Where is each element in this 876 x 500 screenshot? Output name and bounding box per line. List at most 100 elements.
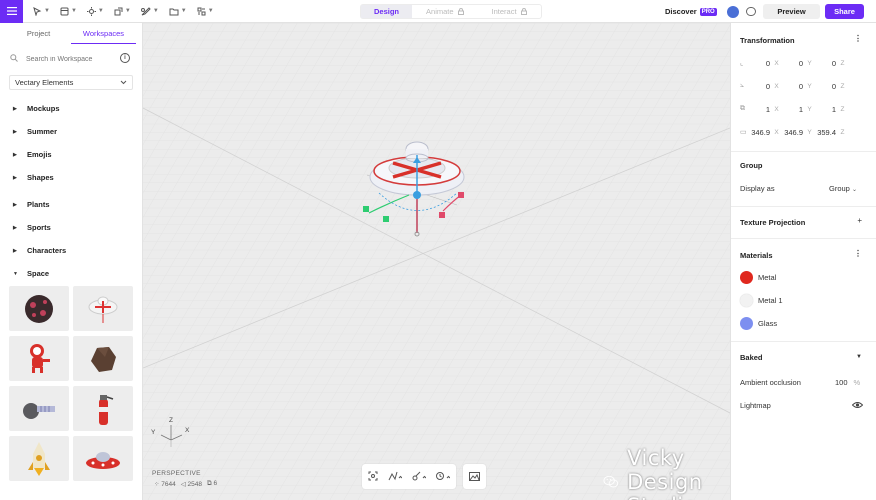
search-icon: [10, 54, 22, 64]
asset-rocket-thumbnail[interactable]: [9, 436, 69, 481]
divider: [731, 151, 876, 152]
snap-icon[interactable]: [388, 471, 403, 483]
rotation-y-field[interactable]: 0Y: [783, 80, 816, 92]
material-item[interactable]: Metal 1: [740, 294, 783, 307]
material-item[interactable]: Glass: [740, 317, 777, 330]
rotation-x-field[interactable]: 0X: [750, 80, 783, 92]
scale-z-field[interactable]: 1Z: [816, 103, 849, 115]
mode-switcher: Design Animate Interact: [360, 4, 542, 19]
scale-x-field[interactable]: 1X: [750, 103, 783, 115]
tab-design[interactable]: Design: [361, 5, 413, 18]
scale-y-field[interactable]: 1Y: [783, 103, 816, 115]
section-title-transformation: Transformation: [740, 36, 795, 45]
eye-icon[interactable]: [851, 401, 864, 411]
more-options-icon[interactable]: ⋮: [854, 34, 862, 43]
preview-button[interactable]: Preview: [763, 4, 820, 19]
object-count: ⧉ 6: [207, 480, 218, 487]
lock-icon: [457, 8, 464, 15]
comments-icon[interactable]: [746, 7, 756, 16]
material-swatch: [740, 271, 753, 284]
select-tool-button[interactable]: ▼: [33, 0, 50, 23]
category-label: Sports: [27, 223, 51, 232]
position-x-field[interactable]: 0X: [750, 57, 783, 69]
measure-icon[interactable]: [412, 471, 427, 483]
space-asset-grid: [9, 286, 133, 481]
caret-down-icon: ▼: [13, 270, 18, 277]
caret-right-icon: ▶: [13, 201, 17, 208]
display-as-select[interactable]: Group ⌄: [829, 184, 857, 193]
tab-design-label: Design: [374, 7, 400, 16]
transform-tool-button[interactable]: ▼: [114, 0, 131, 23]
position-y-field[interactable]: 0Y: [783, 57, 816, 69]
tab-animate[interactable]: Animate: [412, 5, 478, 18]
size-y-field[interactable]: 346.9 Y: [783, 126, 816, 138]
material-item[interactable]: Metal: [740, 271, 776, 284]
size-z-field[interactable]: 359.4 Z: [816, 126, 849, 138]
category-shapes[interactable]: ▶ Shapes: [0, 166, 142, 189]
library-select[interactable]: Vectary Elements: [9, 75, 133, 90]
category-mockups[interactable]: ▶ Mockups: [0, 97, 142, 120]
pen-tool-icon: [140, 6, 151, 15]
tab-interact-label: Interact: [491, 7, 517, 16]
grid-tool-button[interactable]: ▼: [197, 0, 214, 23]
lock-icon: [520, 8, 527, 15]
category-label: Plants: [27, 200, 50, 209]
category-plants[interactable]: ▶ Plants: [0, 193, 142, 216]
asset-spaceship-thumbnail[interactable]: [73, 436, 133, 481]
lightmap-label: Lightmap: [740, 401, 771, 410]
pen-tool-button[interactable]: ▼: [140, 0, 159, 23]
light-tool-icon: [86, 6, 96, 16]
ufo-model[interactable]: [349, 133, 489, 253]
focus-icon[interactable]: [368, 471, 378, 483]
category-space[interactable]: ▼ Space: [0, 262, 142, 285]
category-label: Mockups: [27, 104, 60, 113]
category-characters[interactable]: ▶ Characters: [0, 239, 142, 262]
tab-animate-label: Animate: [426, 7, 454, 16]
position-z-field[interactable]: 0Z: [816, 57, 849, 69]
view-settings-icon[interactable]: [436, 471, 451, 483]
section-title-materials: Materials: [740, 251, 773, 260]
render-button[interactable]: [463, 464, 486, 489]
asset-fire-extinguisher-thumbnail[interactable]: [73, 386, 133, 431]
light-tool-button[interactable]: ▼: [86, 0, 104, 23]
3d-viewport[interactable]: Z X Y PERSPECTIVE ⁘ 7644 ◁ 2548 ⧉ 6 Vick…: [143, 23, 730, 500]
ambient-occlusion-field[interactable]: 100%: [835, 378, 860, 387]
chevron-down-icon: ▼: [70, 8, 77, 14]
section-title-group: Group: [740, 161, 763, 170]
asset-asteroid-thumbnail[interactable]: [9, 286, 69, 331]
search-input[interactable]: [26, 55, 126, 63]
tab-project[interactable]: Project: [6, 26, 71, 44]
share-button[interactable]: Share: [825, 4, 864, 19]
asset-ufo-thumbnail[interactable]: [73, 286, 133, 331]
size-icon: ▭: [740, 129, 747, 136]
add-icon[interactable]: +: [857, 216, 862, 225]
asset-rock-thumbnail[interactable]: [73, 336, 133, 381]
divider: [731, 206, 876, 207]
avatar[interactable]: [727, 6, 739, 18]
tab-interact[interactable]: Interact: [478, 5, 541, 18]
frame-tool-button[interactable]: ▼: [60, 0, 77, 23]
menu-icon: [6, 7, 17, 15]
category-sports[interactable]: ▶ Sports: [0, 216, 142, 239]
axis-gizmo: [160, 425, 183, 447]
category-summer[interactable]: ▶ Summer: [0, 120, 142, 143]
category-emojis[interactable]: ▶ Emojis: [0, 143, 142, 166]
folder-tool-button[interactable]: ▼: [169, 0, 187, 23]
camera-mode-label[interactable]: PERSPECTIVE: [152, 470, 201, 477]
asset-satellite-thumbnail[interactable]: [9, 386, 69, 431]
workspace-search: i: [6, 51, 136, 67]
chevron-down-icon: ▼: [97, 8, 104, 14]
rotation-z-field[interactable]: 0Z: [816, 80, 849, 92]
size-x-field[interactable]: 346.9 X: [750, 126, 783, 138]
axis-label-y: Y: [151, 429, 156, 436]
more-options-icon[interactable]: ⋮: [854, 249, 862, 258]
caret-right-icon: ▶: [13, 105, 17, 112]
material-swatch: [740, 294, 753, 307]
chevron-down-icon: ▼: [152, 8, 159, 14]
menu-button[interactable]: [0, 0, 23, 23]
tab-workspaces[interactable]: Workspaces: [71, 26, 136, 44]
asset-astronaut-thumbnail[interactable]: [9, 336, 69, 381]
discover-link[interactable]: Discover PRO: [665, 7, 717, 16]
info-icon[interactable]: i: [120, 53, 130, 63]
caret-down-icon[interactable]: ▼: [856, 354, 862, 360]
